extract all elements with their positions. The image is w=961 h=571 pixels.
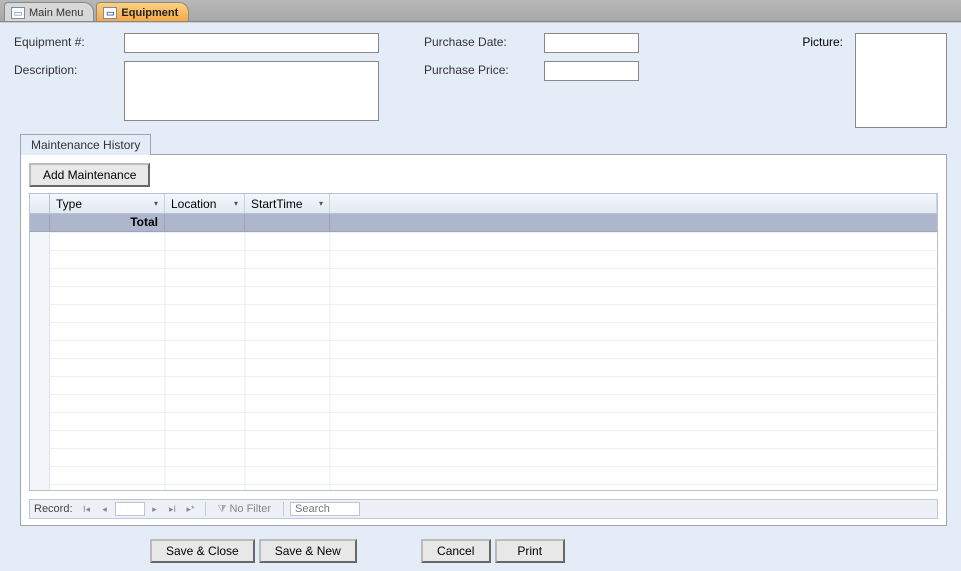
description-input[interactable] bbox=[124, 61, 379, 121]
window-tab-strip: Main Menu Equipment bbox=[0, 0, 961, 22]
equipment-num-input[interactable] bbox=[124, 33, 379, 53]
nav-first-icon[interactable]: I◂ bbox=[79, 502, 95, 516]
grid-header: Type ▾ Location ▾ StartTime ▾ bbox=[30, 194, 937, 214]
record-navigator: Record: I◂ ◂ ▸ ▸I ▸* ⧩ No Filter bbox=[29, 499, 938, 519]
nav-prev-icon[interactable]: ◂ bbox=[97, 502, 113, 516]
nav-new-icon[interactable]: ▸* bbox=[183, 502, 199, 516]
tab-maintenance-history-label: Maintenance History bbox=[31, 138, 140, 152]
add-maintenance-button[interactable]: Add Maintenance bbox=[29, 163, 150, 187]
subtab-container: Maintenance History Add Maintenance Type… bbox=[20, 133, 947, 527]
total-row: Total bbox=[30, 214, 937, 232]
chevron-down-icon[interactable]: ▾ bbox=[319, 199, 323, 208]
maintenance-grid: Type ▾ Location ▾ StartTime ▾ bbox=[29, 193, 938, 491]
tab-equipment-label: Equipment bbox=[121, 7, 178, 19]
record-label: Record: bbox=[34, 503, 73, 515]
form-button-bar: Save & Close Save & New Cancel Print bbox=[0, 539, 961, 563]
equipment-num-label: Equipment #: bbox=[14, 33, 124, 49]
description-label: Description: bbox=[14, 61, 124, 77]
tab-equipment[interactable]: Equipment bbox=[96, 2, 189, 21]
form-icon bbox=[11, 7, 25, 19]
cancel-button[interactable]: Cancel bbox=[421, 539, 491, 563]
tab-main-menu-label: Main Menu bbox=[29, 7, 83, 19]
column-type[interactable]: Type ▾ bbox=[50, 194, 165, 213]
picture-label: Picture: bbox=[802, 35, 843, 49]
record-search-input[interactable] bbox=[290, 502, 360, 516]
record-number-input[interactable] bbox=[115, 502, 145, 516]
purchase-date-input[interactable] bbox=[544, 33, 639, 53]
purchase-price-input[interactable] bbox=[544, 61, 639, 81]
total-location-cell bbox=[165, 214, 245, 231]
grid-empty-area[interactable] bbox=[30, 232, 937, 490]
column-location[interactable]: Location ▾ bbox=[165, 194, 245, 213]
tab-main-menu[interactable]: Main Menu bbox=[4, 2, 94, 21]
nav-next-icon[interactable]: ▸ bbox=[147, 502, 163, 516]
total-label: Total bbox=[50, 214, 165, 231]
row-selector-header[interactable] bbox=[30, 194, 50, 213]
equipment-form: Equipment #: Purchase Date: Description:… bbox=[0, 22, 961, 571]
purchase-price-label: Purchase Price: bbox=[424, 61, 544, 77]
chevron-down-icon[interactable]: ▾ bbox=[234, 199, 238, 208]
save-new-button[interactable]: Save & New bbox=[259, 539, 357, 563]
column-starttime[interactable]: StartTime ▾ bbox=[245, 194, 330, 213]
maintenance-history-panel: Add Maintenance Type ▾ Location ▾ StartT… bbox=[20, 154, 947, 526]
row-selector[interactable] bbox=[30, 214, 50, 231]
nav-last-icon[interactable]: ▸I bbox=[165, 502, 181, 516]
total-starttime-cell bbox=[245, 214, 330, 231]
form-icon bbox=[103, 7, 117, 19]
column-blank bbox=[330, 194, 937, 213]
tab-maintenance-history[interactable]: Maintenance History bbox=[20, 134, 151, 155]
save-close-button[interactable]: Save & Close bbox=[150, 539, 255, 563]
filter-icon: ⧩ bbox=[218, 504, 227, 515]
purchase-date-label: Purchase Date: bbox=[424, 33, 544, 49]
print-button[interactable]: Print bbox=[495, 539, 565, 563]
picture-box[interactable] bbox=[855, 33, 947, 128]
filter-toggle[interactable]: ⧩ No Filter bbox=[218, 503, 271, 515]
chevron-down-icon[interactable]: ▾ bbox=[154, 199, 158, 208]
